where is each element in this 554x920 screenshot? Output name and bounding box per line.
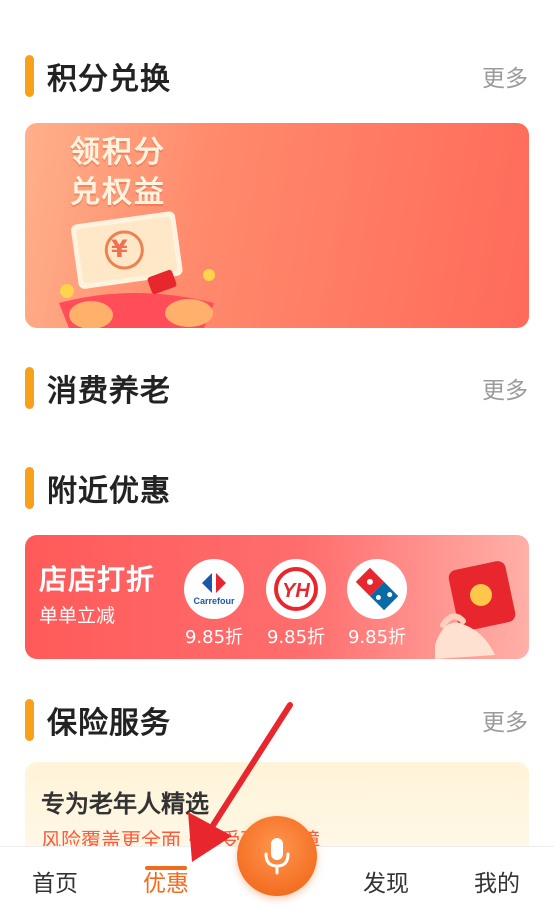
carrefour-logo-icon: Carrefour: [184, 559, 244, 619]
section-title: 保险服务: [47, 706, 171, 741]
discount-subtitle: 单单立减: [39, 605, 116, 627]
gift-box-icon: [59, 211, 215, 328]
section-header-insurance: 保险服务 更多: [25, 698, 528, 742]
points-exchange-banner[interactable]: 领积分 兑权益 ¥: [25, 123, 529, 328]
section-header-points: 积分兑换 更多: [25, 54, 528, 98]
section-accent-bar: [25, 367, 34, 409]
yh-logo-icon: YH: [266, 559, 326, 619]
insurance-title: 专为老年人精选: [41, 790, 209, 818]
section-header-nearby: 附近优惠: [25, 466, 528, 510]
tab-mine[interactable]: 我的: [474, 864, 520, 898]
section-accent-bar: [25, 55, 34, 97]
store-yh[interactable]: YH 9.85折: [264, 559, 328, 649]
more-link[interactable]: 更多: [482, 371, 528, 405]
store-rate: 9.85折: [347, 627, 407, 648]
section-accent-bar: [25, 467, 34, 509]
banner-title: 领积分 兑权益: [70, 133, 166, 213]
coin-symbol: ¥: [111, 235, 128, 263]
svg-text:YH: YH: [282, 580, 310, 602]
red-envelope-icon: [435, 561, 516, 659]
section-title: 附近优惠: [47, 474, 171, 509]
voice-button[interactable]: [237, 816, 317, 896]
store-rate: 9.85折: [266, 627, 326, 648]
banner-title-line1: 领积分: [70, 135, 166, 170]
tab-discover[interactable]: 发现: [363, 864, 409, 898]
section-accent-bar: [25, 699, 34, 741]
tab-home[interactable]: 首页: [32, 864, 78, 898]
svg-text:Carrefour: Carrefour: [193, 596, 235, 606]
section-title: 积分兑换: [47, 62, 171, 97]
nearby-discount-banner[interactable]: 店店打折 单单立减 Carrefour 9.85折 YH 9.85折 9.85折: [25, 535, 529, 659]
more-link[interactable]: 更多: [482, 703, 528, 737]
store-carrefour[interactable]: Carrefour 9.85折: [182, 559, 246, 649]
section-header-pension: 消费养老 更多: [25, 366, 528, 410]
store-dominos[interactable]: 9.85折: [345, 559, 409, 649]
section-title: 消费养老: [47, 374, 171, 409]
discount-title: 店店打折: [39, 563, 156, 596]
dominos-logo-icon: [347, 559, 407, 619]
store-rate: 9.85折: [184, 627, 244, 648]
active-tab-indicator: [145, 866, 187, 870]
microphone-icon: [264, 838, 290, 875]
more-link[interactable]: 更多: [482, 59, 528, 93]
